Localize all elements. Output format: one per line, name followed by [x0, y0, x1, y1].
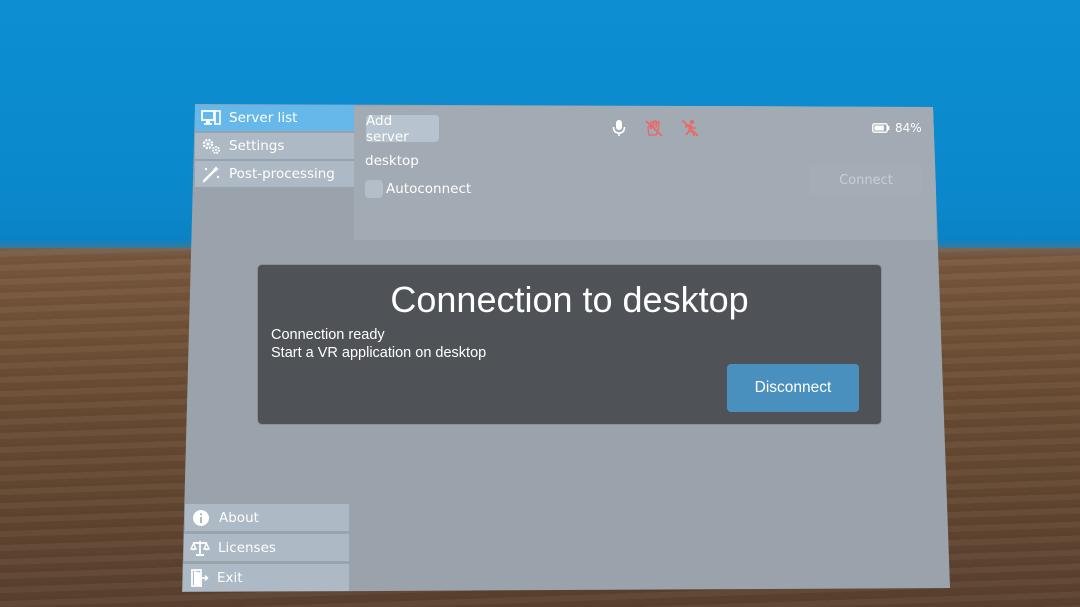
server-name: desktop: [365, 153, 419, 169]
sidebar-item-post-processing[interactable]: Post-processing: [195, 161, 354, 187]
sidebar-item-server-list[interactable]: Server list: [195, 105, 354, 131]
gears-icon: [201, 137, 221, 155]
add-server-label: Add server: [366, 112, 409, 145]
sidebar-item-licenses[interactable]: Licenses: [184, 534, 349, 561]
scale-icon: [190, 539, 210, 557]
dialog-title: Connection to desktop: [390, 279, 749, 320]
connection-dialog: Connection to desktop Connection ready S…: [257, 264, 882, 425]
info-icon: [191, 509, 211, 527]
sidebar-item-label: Licenses: [218, 539, 276, 556]
add-server-button[interactable]: Add server: [366, 112, 439, 145]
sidebar-item-label: Exit: [217, 569, 243, 586]
sidebar-item-about[interactable]: About: [185, 504, 349, 531]
sidebar-item-label: Settings: [229, 138, 285, 154]
disconnect-button[interactable]: Disconnect: [727, 364, 859, 412]
disconnect-label: Disconnect: [754, 379, 832, 396]
connect-button[interactable]: Connect: [810, 165, 922, 195]
sidebar-item-label: Post-processing: [229, 166, 335, 182]
microphone-icon[interactable]: [610, 119, 628, 137]
hand-tracking-disabled-icon[interactable]: [645, 119, 663, 137]
magic-wand-icon: [201, 165, 221, 183]
connect-label: Connect: [839, 172, 893, 188]
connection-instruction-text: Start a VR application on desktop: [271, 345, 487, 361]
sidebar-item-label: Server list: [229, 110, 298, 126]
autoconnect-label: Autoconnect: [386, 181, 472, 197]
sidebar-item-label: About: [219, 509, 259, 526]
connection-status-text: Connection ready: [271, 327, 385, 343]
autoconnect-checkbox[interactable]: [365, 180, 383, 198]
battery-percent: 84%: [895, 121, 922, 135]
sidebar-item-settings[interactable]: Settings: [195, 133, 354, 159]
battery-icon: [872, 123, 890, 133]
exit-door-icon: [189, 568, 209, 587]
body-tracking-disabled-icon[interactable]: [681, 119, 699, 137]
monitor-icon: [201, 109, 221, 127]
sidebar-item-exit[interactable]: Exit: [183, 564, 349, 591]
battery-status: 84%: [872, 121, 922, 135]
